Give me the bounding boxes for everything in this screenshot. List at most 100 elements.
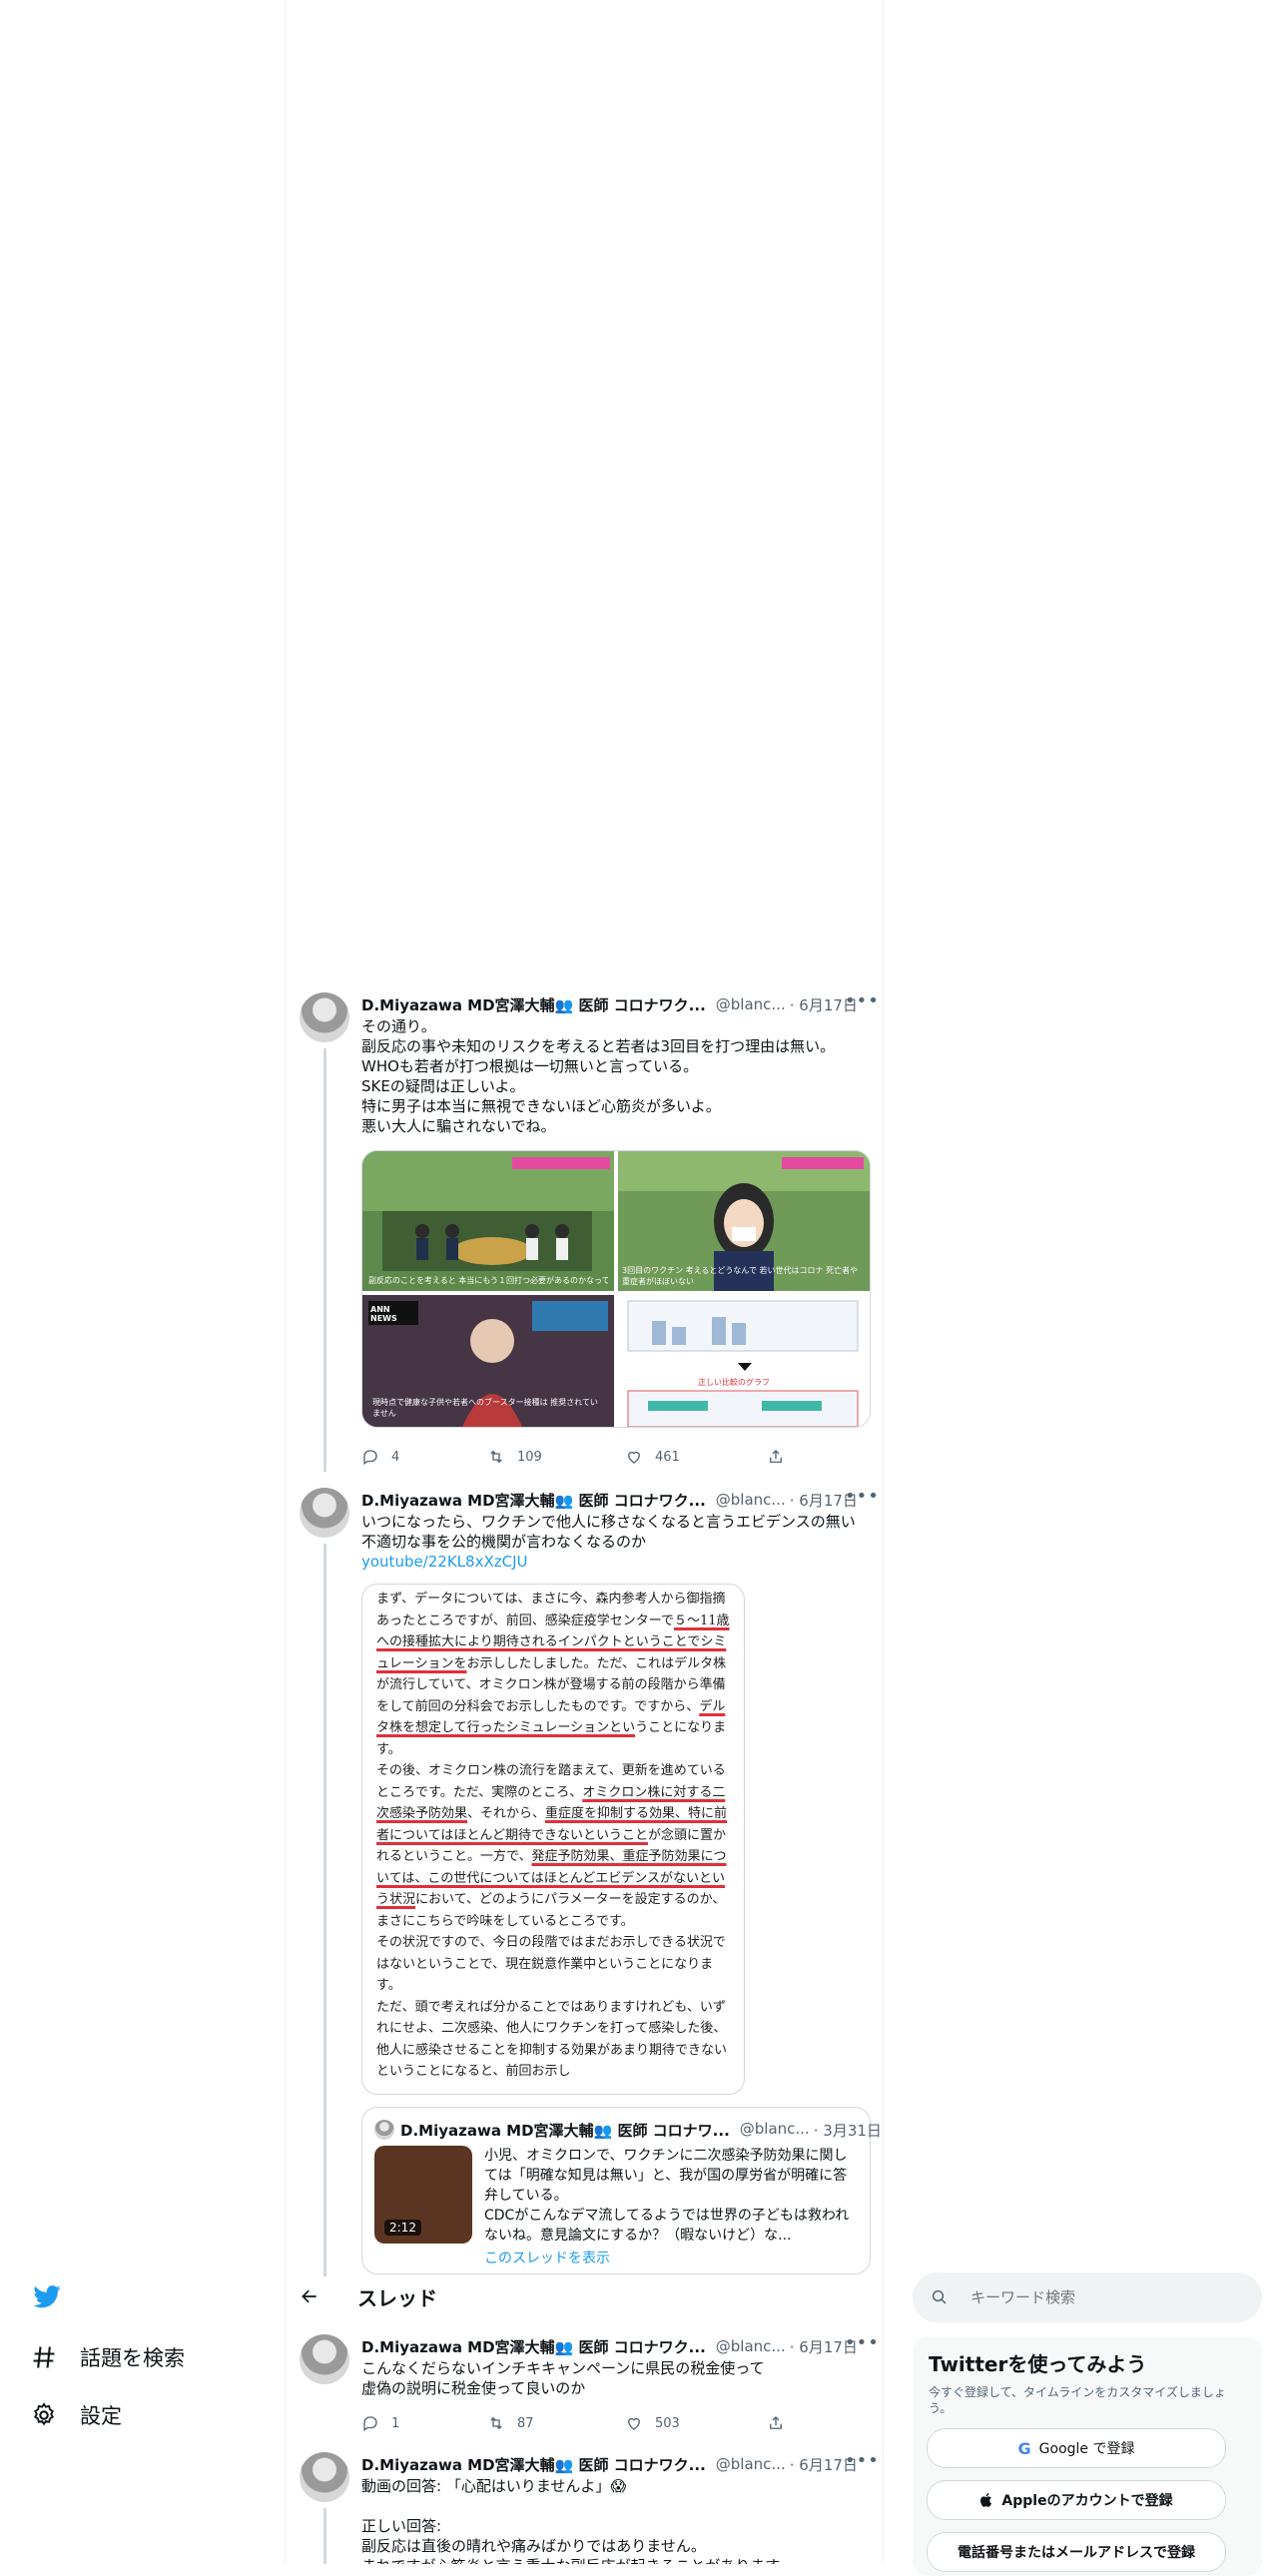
author-avatar[interactable] xyxy=(300,992,349,1042)
thread-connector xyxy=(323,2508,326,2564)
reply-button[interactable]: 1 xyxy=(361,2414,399,2432)
tweet-header: D.Miyazawa MD宮澤大輔👥 医師 コロナワク... @blanc...… xyxy=(361,1488,858,1512)
quote-date: · 3月31日 xyxy=(813,2122,882,2140)
tweet-actions: 4 109 461 xyxy=(361,1448,801,1468)
share-button[interactable] xyxy=(767,2414,785,2432)
quoted-tweet[interactable]: D.Miyazawa MD宮澤大輔👥 医師 コロナワ... @blanc... … xyxy=(361,2107,882,2274)
apple-signup-button[interactable]: Appleのアカウントで登録 xyxy=(927,2480,1226,2520)
thread-connector xyxy=(323,1048,326,1472)
media-caption-3: 現時点で健康な子供や若者へのブースター接種は 推奨されていません xyxy=(372,1398,598,1418)
nav-explore-label: 話題を検索 xyxy=(80,2346,185,2370)
tweet-text: いつになったら、ワクチンで他人に移さなくなると言うエビデンスの無い不適切な事を公… xyxy=(361,1513,856,1551)
author-name[interactable]: D.Miyazawa MD宮澤大輔👥 医師 コロナワク... xyxy=(361,2454,706,2475)
author-name[interactable]: D.Miyazawa MD宮澤大輔👥 医師 コロナワク... xyxy=(361,994,706,1015)
retweet-button[interactable]: 87 xyxy=(487,2414,534,2432)
media-caption-2: 3回目のワクチン 考えるとどうなんで 若い世代はコロナ 死亡者や重症者がほぼいな… xyxy=(622,1266,859,1286)
apple-signup-label: Appleのアカウントで登録 xyxy=(1001,2493,1173,2509)
search-input[interactable] xyxy=(968,2287,1232,2307)
signup-card: Twitterを使ってみよう 今すぐ登録して、タイムラインをカスタマイズしましょ… xyxy=(913,2336,1262,2576)
nav-settings[interactable]: 設定 xyxy=(30,2400,122,2430)
more-options-icon[interactable]: ••• xyxy=(845,990,880,1011)
share-button[interactable] xyxy=(767,1448,785,1466)
author-avatar[interactable] xyxy=(300,2452,349,2502)
more-options-icon[interactable]: ••• xyxy=(845,2332,880,2353)
reply-icon xyxy=(363,1450,377,1466)
retweet-icon xyxy=(490,1450,502,1464)
youtube-link[interactable]: youtube/22KL8xXzCJU xyxy=(361,1552,861,1572)
thread-connector xyxy=(323,1544,326,2276)
more-options-icon[interactable]: ••• xyxy=(845,1486,880,1507)
retweet-count: 109 xyxy=(517,1449,542,1465)
reply-icon xyxy=(363,2416,377,2432)
tweet-1[interactable]: D.Miyazawa MD宮澤大輔👥 医師 コロナワク... @blanc...… xyxy=(300,990,880,1472)
nav-settings-label: 設定 xyxy=(80,2404,122,2428)
tweet-header: D.Miyazawa MD宮澤大輔👥 医師 コロナワク... @blanc...… xyxy=(361,2334,858,2358)
tweet-text: こんなくだらないインチキキャンペーンに県民の税金使って 虚偽の説明に税金使って良… xyxy=(361,2359,765,2397)
retweet-button[interactable]: 109 xyxy=(487,1448,542,1466)
heart-icon xyxy=(628,2417,640,2430)
tweet-4[interactable]: D.Miyazawa MD宮澤大輔👥 医師 コロナワク... @blanc...… xyxy=(300,2452,877,2564)
quote-header: D.Miyazawa MD宮澤大輔👥 医師 コロナワ... @blanc... … xyxy=(400,2120,882,2141)
author-handle[interactable]: @blanc... xyxy=(716,995,786,1013)
search-field[interactable] xyxy=(913,2272,1262,2322)
reply-count: 4 xyxy=(391,1449,400,1465)
author-avatar[interactable] xyxy=(300,1488,349,1538)
like-button[interactable]: 503 xyxy=(625,2414,680,2432)
page-title: スレッド xyxy=(357,2286,437,2310)
phone-email-signup-button[interactable]: 電話番号またはメールアドレスで登録 xyxy=(927,2532,1226,2572)
author-avatar[interactable] xyxy=(300,2334,349,2384)
search-icon xyxy=(932,2289,947,2304)
video-duration: 2:12 xyxy=(384,2220,421,2236)
tweet-text: 動画の回答: 「心配はいりませんよ」😱 正しい回答: 副反応は直後の晴れや痛みば… xyxy=(361,2477,794,2564)
right-column-border xyxy=(883,0,884,2564)
tweet-3[interactable]: D.Miyazawa MD宮澤大輔👥 医師 コロナワク... @blanc...… xyxy=(300,2332,880,2444)
heart-icon xyxy=(628,1451,640,1464)
tweet-2[interactable]: D.Miyazawa MD宮澤大輔👥 医師 コロナワク... @blanc...… xyxy=(300,1486,882,2276)
document-image[interactable]: まず、データについては、まさに今、森内参考人から御指摘あったところですが、前回、… xyxy=(361,1584,745,2095)
text-segment: において、どのようにパラメーターを設定するのか、まさにこちらで吟味をしているとこ… xyxy=(376,1892,728,2079)
twitter-logo-icon[interactable] xyxy=(32,2284,62,2314)
quote-video-thumbnail[interactable]: 2:12 xyxy=(374,2146,472,2244)
like-count: 503 xyxy=(655,2415,680,2431)
quote-author-handle: @blanc... xyxy=(739,2120,810,2138)
thread-header: スレッド xyxy=(280,2276,889,2316)
retweet-icon xyxy=(490,2416,502,2430)
tweet-header: D.Miyazawa MD宮澤大輔👥 医師 コロナワク... @blanc...… xyxy=(361,2452,858,2476)
gear-icon xyxy=(34,2402,54,2426)
document-text: まず、データについては、まさに今、森内参考人から御指摘あったところですが、前回、… xyxy=(362,1585,744,2087)
text-segment: 、それから、 xyxy=(467,1806,546,1821)
like-button[interactable]: 461 xyxy=(625,1448,680,1466)
reply-button[interactable]: 4 xyxy=(361,1448,399,1466)
hashtag-icon xyxy=(33,2346,55,2368)
signup-title: Twitterを使ってみよう xyxy=(929,2352,1147,2376)
back-arrow-icon[interactable] xyxy=(300,2286,320,2306)
google-icon: G xyxy=(1017,2438,1031,2458)
news-logo: ANN NEWS xyxy=(370,1305,397,1323)
author-name[interactable]: D.Miyazawa MD宮澤大輔👥 医師 コロナワク... xyxy=(361,2336,706,2357)
like-count: 461 xyxy=(655,1449,680,1465)
retweet-count: 87 xyxy=(517,2415,534,2431)
share-icon xyxy=(770,2416,782,2429)
tweet-header: D.Miyazawa MD宮澤大輔👥 医師 コロナワク... @blanc...… xyxy=(361,992,858,1016)
show-thread-link[interactable]: このスレッドを表示 xyxy=(484,2248,610,2267)
author-handle[interactable]: @blanc... xyxy=(716,2337,786,2355)
google-signup-label: Google で登録 xyxy=(1038,2441,1135,2457)
left-column-border xyxy=(285,0,286,2564)
signup-subtitle: 今すぐ登録して、タイムラインをカスタマイズしましょう。 xyxy=(929,2385,1226,2415)
quote-avatar xyxy=(374,2120,394,2140)
more-options-icon[interactable]: ••• xyxy=(845,2452,877,2471)
media-photos[interactable] xyxy=(362,1151,870,1427)
author-name[interactable]: D.Miyazawa MD宮澤大輔👥 医師 コロナワク... xyxy=(361,1490,706,1511)
tweet-actions: 1 87 503 xyxy=(361,2414,801,2434)
quote-author-name: D.Miyazawa MD宮澤大輔👥 医師 コロナワ... xyxy=(400,2122,730,2140)
author-handle[interactable]: @blanc... xyxy=(716,2455,786,2473)
author-handle[interactable]: @blanc... xyxy=(716,1491,786,1509)
apple-icon xyxy=(980,2493,992,2507)
graph-label: 正しい比較のグラフ xyxy=(698,1378,770,1387)
tweet-text: その通り。 副反応の事や未知のリスクを考えると若者は3回目を打つ理由は無い。 W… xyxy=(361,1017,836,1135)
reply-count: 1 xyxy=(391,2415,400,2431)
media-grid[interactable]: 副反応のことを考えると 本当にもう１回打つ必要があるのかなって 3回目のワクチン… xyxy=(361,1150,871,1428)
google-signup-button[interactable]: G Google で登録 xyxy=(927,2428,1226,2468)
share-icon xyxy=(770,1450,782,1463)
nav-explore[interactable]: 話題を検索 xyxy=(30,2342,185,2372)
